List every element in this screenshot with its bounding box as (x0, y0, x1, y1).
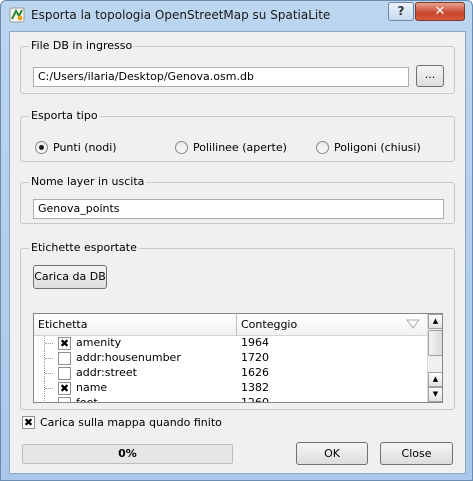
radio-points[interactable]: Punti (nodi) (35, 141, 155, 155)
help-button[interactable]: ? (388, 2, 414, 21)
load-from-db-button[interactable]: Carica da DB (33, 265, 107, 289)
table-row[interactable]: addr:street 1626 (34, 366, 428, 381)
progress-text: 0% (118, 447, 137, 460)
row-tag: addr:housenumber (76, 351, 181, 364)
row-checkbox[interactable] (58, 352, 71, 365)
dialog-body: File DB in ingresso C:/Users/ilaria/Desk… (9, 31, 466, 474)
radio-points-label: Punti (nodi) (53, 141, 117, 154)
close-button[interactable]: Close (380, 442, 453, 465)
row-count: 1626 (241, 366, 269, 379)
column-header-tag[interactable]: Etichetta (34, 314, 237, 336)
qgis-app-icon (9, 7, 25, 23)
table-row[interactable]: ✖ name 1382 (34, 381, 428, 396)
db-path-field[interactable]: C:/Users/ilaria/Desktop/Genova.osm.db (33, 67, 409, 87)
tree-line (44, 351, 54, 366)
row-count: 1720 (241, 351, 269, 364)
table-row[interactable]: addr:housenumber 1720 (34, 351, 428, 366)
layer-name-field[interactable]: Genova_points (33, 199, 444, 219)
row-checkbox[interactable]: ✖ (58, 382, 71, 395)
column-header-count[interactable]: Conteggio (237, 314, 428, 336)
row-checkbox[interactable] (58, 367, 71, 380)
load-on-map-checkbox[interactable]: ✖ (22, 416, 35, 429)
row-count: 1964 (241, 336, 269, 349)
row-tag: addr:street (76, 366, 137, 379)
browse-button[interactable]: ... (416, 65, 444, 87)
ok-button[interactable]: OK (296, 442, 368, 465)
layer-name-group: Nome layer in uscita Genova_points (20, 175, 455, 224)
row-count: 1382 (241, 381, 269, 394)
table-row[interactable]: ✖ amenity 1964 (34, 336, 428, 351)
title-bar[interactable]: Esporta la topologia OpenStreetMap su Sp… (1, 1, 472, 29)
tags-table: Etichetta Conteggio ✖ amenity 1964 addr:… (33, 313, 443, 403)
dialog-window: Esporta la topologia OpenStreetMap su Sp… (0, 0, 473, 481)
export-type-group: Esporta tipo Punti (nodi) Polilinee (ape… (20, 109, 455, 162)
radio-polygons[interactable]: Poligoni (chiusi) (316, 141, 441, 155)
row-count: 1260 (241, 396, 269, 402)
table-scrollbar[interactable]: ▲ ▲ ▼ (427, 314, 442, 402)
scroll-thumb[interactable] (428, 330, 442, 356)
tree-line (44, 336, 54, 351)
table-header: Etichetta Conteggio (34, 314, 428, 336)
row-tag: amenity (76, 336, 122, 349)
table-row[interactable]: foot 1260 (34, 396, 428, 402)
sort-indicator-icon (406, 319, 420, 329)
progress-bar: 0% (22, 444, 233, 464)
row-tag: foot (76, 396, 98, 402)
row-tag: name (76, 381, 108, 394)
db-input-group-title: File DB in ingresso (29, 39, 135, 52)
radio-polylines-indicator[interactable] (175, 141, 188, 154)
window-title: Esporta la topologia OpenStreetMap su Sp… (31, 8, 331, 22)
db-input-group: File DB in ingresso C:/Users/ilaria/Desk… (20, 39, 455, 94)
scroll-up-button[interactable]: ▲ (428, 314, 442, 329)
layer-name-group-title: Nome layer in uscita (29, 175, 147, 188)
tree-line (44, 366, 54, 381)
radio-polygons-indicator[interactable] (316, 141, 329, 154)
scroll-down-button[interactable]: ▼ (428, 387, 442, 402)
radio-points-indicator[interactable] (35, 141, 48, 154)
scroll-up-button-lower[interactable]: ▲ (428, 372, 442, 387)
tree-line (44, 381, 54, 396)
tags-group-title: Etichette esportate (29, 241, 139, 254)
row-checkbox[interactable] (58, 397, 71, 402)
tree-line (44, 396, 54, 402)
load-on-map-label: Carica sulla mappa quando finito (40, 416, 222, 429)
window-close-button[interactable]: ✕ (415, 2, 465, 21)
tags-group: Etichette esportate Carica da DB Etichet… (20, 241, 455, 410)
radio-polygons-label: Poligoni (chiusi) (334, 141, 421, 154)
radio-polylines-label: Polilinee (aperte) (193, 141, 287, 154)
table-body: ✖ amenity 1964 addr:housenumber 1720 add… (34, 336, 428, 402)
export-type-group-title: Esporta tipo (29, 109, 100, 122)
row-checkbox[interactable]: ✖ (58, 337, 71, 350)
radio-polylines[interactable]: Polilinee (aperte) (175, 141, 305, 155)
